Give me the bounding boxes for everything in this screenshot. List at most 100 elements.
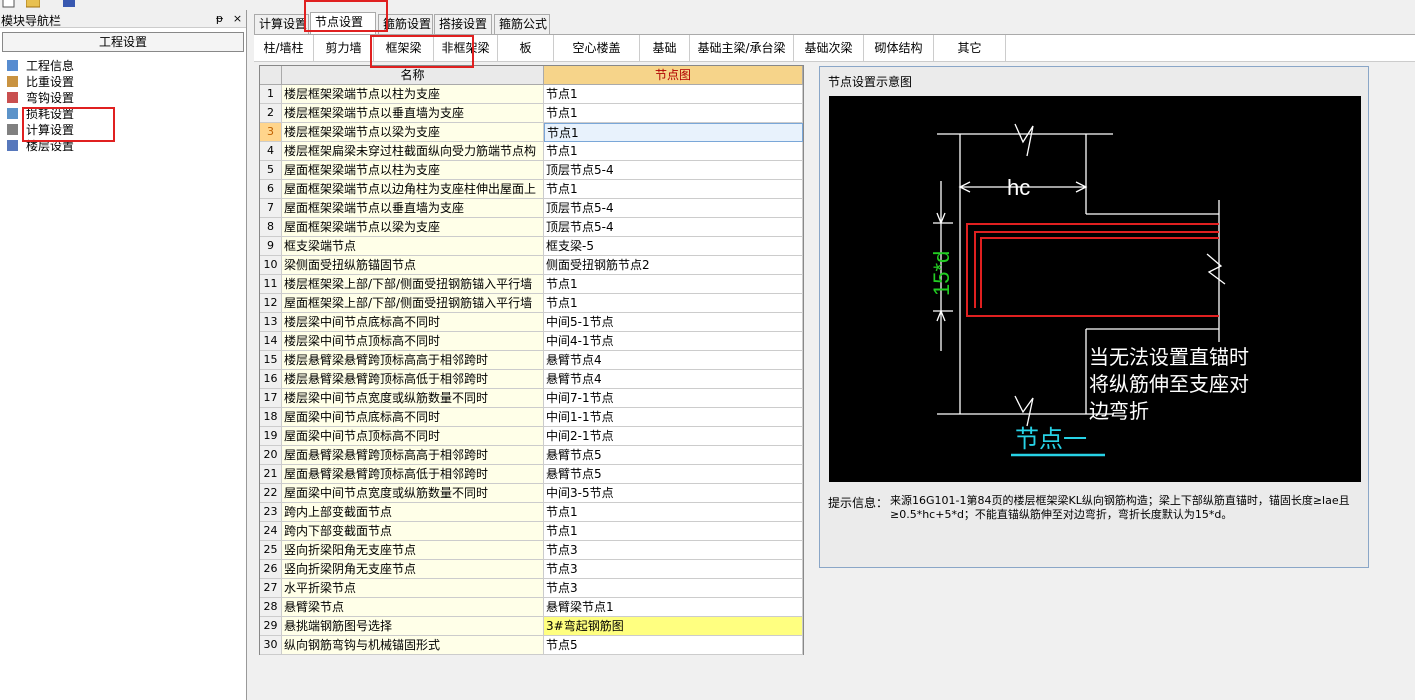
row-name: 屋面梁中间节点宽度或纵筋数量不同时	[282, 484, 544, 503]
table-row[interactable]: 27 水平折梁节点 节点3	[260, 579, 803, 598]
save-icon[interactable]	[62, 0, 76, 8]
settings-tab[interactable]: 箍筋设置	[378, 14, 433, 34]
nav-item[interactable]: 弯钩设置	[6, 89, 246, 105]
table-row[interactable]: 14 楼层梁中间节点顶标高不同时 中间4-1节点	[260, 332, 803, 351]
component-subtab[interactable]: 柱/墙柱	[254, 35, 314, 62]
row-node-value[interactable]: 中间1-1节点	[544, 408, 803, 427]
table-row[interactable]: 12 屋面框架梁上部/下部/侧面受扭钢筋锚入平行墙 节点1	[260, 294, 803, 313]
table-row[interactable]: 15 楼层悬臂梁悬臂跨顶标高高于相邻跨时 悬臂节点4	[260, 351, 803, 370]
row-node-value[interactable]: 悬臂节点4	[544, 370, 803, 389]
close-icon[interactable]: ×	[231, 12, 244, 25]
row-node-value[interactable]: 中间5-1节点	[544, 313, 803, 332]
row-node-value[interactable]: 节点3	[544, 560, 803, 579]
row-node-value[interactable]: 节点5	[544, 636, 803, 655]
row-node-value[interactable]: 节点1	[544, 180, 803, 199]
table-row[interactable]: 9 框支梁端节点 框支梁-5	[260, 237, 803, 256]
component-subtab[interactable]: 砌体结构	[864, 35, 934, 62]
row-node-value[interactable]: 节点3	[544, 541, 803, 560]
table-row[interactable]: 21 屋面悬臂梁悬臂跨顶标高低于相邻跨时 悬臂节点5	[260, 465, 803, 484]
table-row[interactable]: 16 楼层悬臂梁悬臂跨顶标高低于相邻跨时 悬臂节点4	[260, 370, 803, 389]
row-number: 14	[260, 332, 282, 351]
row-number: 2	[260, 104, 282, 123]
row-number: 12	[260, 294, 282, 313]
settings-tab[interactable]: 搭接设置	[434, 14, 492, 34]
table-row[interactable]: 10 梁侧面受扭纵筋锚固节点 侧面受扭钢筋节点2	[260, 256, 803, 275]
row-number: 4	[260, 142, 282, 161]
nav-item[interactable]: 损耗设置	[6, 105, 246, 121]
table-row[interactable]: 4 楼层框架扁梁未穿过柱截面纵向受力筋端节点构 节点1	[260, 142, 803, 161]
component-subtab[interactable]: 空心楼盖	[554, 35, 640, 62]
component-subtab[interactable]: 基础主梁/承台梁	[690, 35, 794, 62]
row-node-value[interactable]: 悬臂梁节点1	[544, 598, 803, 617]
row-node-value[interactable]: 中间7-1节点	[544, 389, 803, 408]
row-node-value[interactable]: 框支梁-5	[544, 237, 803, 256]
row-name: 屋面框架梁端节点以柱为支座	[282, 161, 544, 180]
row-node-value[interactable]: 悬臂节点5	[544, 465, 803, 484]
row-name: 楼层框架梁端节点以梁为支座	[282, 123, 544, 142]
table-row[interactable]: 30 纵向钢筋弯钩与机械锚固形式 节点5	[260, 636, 803, 655]
row-node-value[interactable]: 顶层节点5-4	[544, 199, 803, 218]
table-row[interactable]: 6 屋面框架梁端节点以边角柱为支座柱伸出屋面上 节点1	[260, 180, 803, 199]
table-row[interactable]: 8 屋面框架梁端节点以梁为支座 顶层节点5-4	[260, 218, 803, 237]
table-row[interactable]: 7 屋面框架梁端节点以垂直墙为支座 顶层节点5-4	[260, 199, 803, 218]
note-line-1: 当无法设置直锚时	[1089, 346, 1249, 369]
table-row[interactable]: 2 楼层框架梁端节点以垂直墙为支座 节点1	[260, 104, 803, 123]
table-row[interactable]: 22 屋面梁中间节点宽度或纵筋数量不同时 中间3-5节点	[260, 484, 803, 503]
table-row[interactable]: 28 悬臂梁节点 悬臂梁节点1	[260, 598, 803, 617]
row-node-value[interactable]: 节点1	[544, 294, 803, 313]
row-node-value[interactable]: 节点1	[544, 85, 803, 104]
open-folder-icon[interactable]	[26, 0, 40, 8]
row-node-value[interactable]: 节点1	[544, 142, 803, 161]
row-node-value[interactable]: 侧面受扭钢筋节点2	[544, 256, 803, 275]
table-row[interactable]: 5 屋面框架梁端节点以柱为支座 顶层节点5-4	[260, 161, 803, 180]
new-file-icon[interactable]	[2, 0, 16, 8]
table-row[interactable]: 11 楼层框架梁上部/下部/侧面受扭钢筋锚入平行墙 节点1	[260, 275, 803, 294]
table-row[interactable]: 1 楼层框架梁端节点以柱为支座 节点1	[260, 85, 803, 104]
row-node-value[interactable]: 3#弯起钢筋图	[544, 617, 803, 636]
table-row[interactable]: 25 竖向折梁阳角无支座节点 节点3	[260, 541, 803, 560]
component-subtab[interactable]: 基础	[640, 35, 690, 62]
table-row[interactable]: 24 跨内下部变截面节点 节点1	[260, 522, 803, 541]
row-node-value[interactable]: 节点1	[544, 522, 803, 541]
row-node-value[interactable]: 节点1	[544, 503, 803, 522]
row-node-value[interactable]: 悬臂节点5	[544, 446, 803, 465]
row-node-value[interactable]: 节点1	[544, 104, 803, 123]
row-node-value[interactable]: 节点3	[544, 579, 803, 598]
component-subtab[interactable]: 框架梁	[374, 35, 434, 62]
settings-tab[interactable]: 节点设置	[310, 12, 376, 34]
table-row[interactable]: 23 跨内上部变截面节点 节点1	[260, 503, 803, 522]
table-row[interactable]: 20 屋面悬臂梁悬臂跨顶标高高于相邻跨时 悬臂节点5	[260, 446, 803, 465]
nav-item[interactable]: 计算设置	[6, 121, 246, 137]
table-row[interactable]: 29 悬挑端钢筋图号选择 3#弯起钢筋图	[260, 617, 803, 636]
component-subtab[interactable]: 非框架梁	[434, 35, 498, 62]
settings-tab[interactable]: 箍筋公式	[494, 14, 550, 34]
component-subtabs: 柱/墙柱 剪力墙 框架梁 非框架梁板空心楼盖 基础 基础主梁/承台梁 基础次梁 砌体结构 其它	[254, 34, 1415, 62]
pin-icon[interactable]: ᵽ	[213, 12, 226, 25]
nav-item[interactable]: 楼层设置	[6, 137, 246, 153]
row-node-value[interactable]: 中间2-1节点	[544, 427, 803, 446]
table-row[interactable]: 3 楼层框架梁端节点以梁为支座 节点1	[260, 123, 803, 142]
row-node-value[interactable]: 悬臂节点4	[544, 351, 803, 370]
row-node-value[interactable]: 中间3-5节点	[544, 484, 803, 503]
row-node-value[interactable]: 顶层节点5-4	[544, 161, 803, 180]
table-row[interactable]: 26 竖向折梁阴角无支座节点 节点3	[260, 560, 803, 579]
component-subtab[interactable]: 基础次梁	[794, 35, 864, 62]
nav-item[interactable]: 工程信息	[6, 57, 246, 73]
table-row[interactable]: 17 楼层梁中间节点宽度或纵筋数量不同时 中间7-1节点	[260, 389, 803, 408]
table-row[interactable]: 13 楼层梁中间节点底标高不同时 中间5-1节点	[260, 313, 803, 332]
table-row[interactable]: 18 屋面梁中间节点底标高不同时 中间1-1节点	[260, 408, 803, 427]
nav-item-label: 楼层设置	[26, 138, 75, 153]
component-subtab[interactable]: 剪力墙	[314, 35, 374, 62]
component-subtab[interactable]: 其它	[934, 35, 1006, 62]
row-node-value[interactable]: 中间4-1节点	[544, 332, 803, 351]
settings-tab[interactable]: 计算设置	[254, 14, 309, 34]
row-name: 楼层框架梁端节点以垂直墙为支座	[282, 104, 544, 123]
nav-item[interactable]: 比重设置	[6, 73, 246, 89]
row-node-value[interactable]: 节点1	[544, 123, 803, 142]
row-number: 3	[260, 123, 282, 142]
row-node-value[interactable]: 顶层节点5-4	[544, 218, 803, 237]
component-subtab[interactable]: 板	[498, 35, 554, 62]
row-node-value[interactable]: 节点1	[544, 275, 803, 294]
node-diagram-panel: 节点设置示意图 hc 15*d 当无法设置直锚时 将纵筋伸至支座对 边弯折 节点…	[819, 66, 1369, 568]
table-row[interactable]: 19 屋面梁中间节点顶标高不同时 中间2-1节点	[260, 427, 803, 446]
